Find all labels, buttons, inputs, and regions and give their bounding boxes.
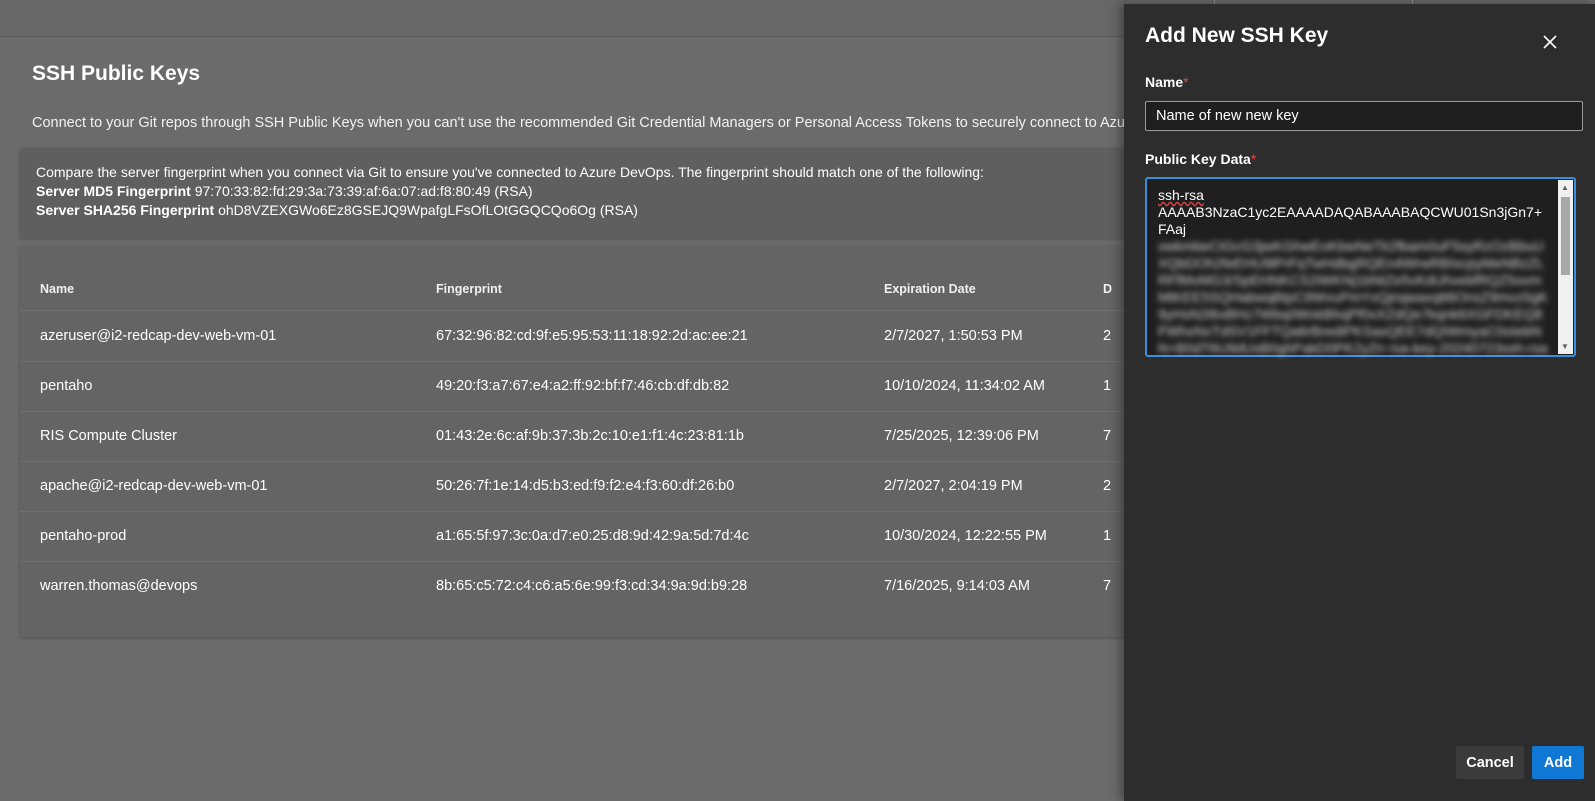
key-name: apache@i2-redcap-dev-web-vm-01 [40,478,268,494]
required-marker: * [1183,74,1189,90]
page-description: Connect to your Git repos through SSH Pu… [32,115,1195,131]
add-button[interactable]: Add [1532,746,1584,779]
key-fingerprint: 01:43:2e:6c:af:9b:37:3b:2c:10:e1:f1:4c:2… [436,428,744,444]
key-expiration: 2/7/2027, 1:50:53 PM [884,328,1023,344]
name-label-text: Name [1145,74,1184,90]
table-row[interactable]: warren.thomas@devops 8b:65:c5:72:c4:c6:a… [20,561,1160,611]
key-truncated-cell: 2 [1103,328,1112,344]
name-field-label: Name* [1145,74,1189,90]
key-expiration: 7/16/2025, 9:14:03 AM [884,578,1030,594]
scroll-down-arrow-icon[interactable]: ▼ [1561,342,1569,351]
key-name: pentaho [40,378,93,394]
key-name-input[interactable] [1145,101,1583,131]
scrollbar-thumb[interactable] [1561,197,1570,275]
key-fingerprint: 67:32:96:82:cd:9f:e5:95:53:11:18:92:2d:a… [436,328,748,344]
key-truncated-cell: 1 [1103,378,1112,394]
key-data-line: AAAAB3NzaC1yc2EAAAADAQABAAABAQCWU01Sn3jG… [1158,204,1543,237]
key-expiration: 10/30/2024, 12:22:55 PM [884,528,1047,544]
key-expiration: 10/10/2024, 11:34:02 AM [884,378,1045,394]
sha256-label: Server SHA256 Fingerprint [36,202,215,218]
key-name: pentaho-prod [40,528,127,544]
table-row[interactable]: pentaho 49:20:f3:a7:67:e4:a2:ff:92:bf:f7… [20,361,1160,412]
add-ssh-key-panel: Add New SSH Key Name* Public Key Data* s… [1124,4,1595,801]
panel-title: Add New SSH Key [1145,24,1329,47]
ssh-keys-table: Name Fingerprint Expiration Date D azeru… [20,246,1160,637]
sha256-value: ohD8VZEXGWo6Ez8GSEJQ9WpafgLFsOfLOtGGQCQo… [218,202,638,218]
fingerprint-intro: Compare the server fingerprint when you … [36,164,984,180]
server-fingerprint-info: Compare the server fingerprint when you … [20,148,1160,238]
close-button[interactable] [1536,28,1564,56]
table-row[interactable]: RIS Compute Cluster 01:43:2e:6c:af:9b:37… [20,411,1160,462]
key-type-text: ssh-rsa [1158,187,1204,203]
key-expiration: 7/25/2025, 12:39:06 PM [884,428,1039,444]
cancel-button[interactable]: Cancel [1456,746,1524,779]
key-fingerprint: a1:65:5f:97:3c:0a:d7:e0:25:d8:9d:42:9a:5… [436,528,749,544]
table-header: Name Fingerprint Expiration Date D [20,246,1160,311]
table-row[interactable]: pentaho-prod a1:65:5f:97:3c:0a:d7:e0:25:… [20,511,1160,562]
scroll-up-arrow-icon[interactable]: ▲ [1561,183,1569,192]
md5-label: Server MD5 Fingerprint [36,183,191,199]
key-data-blurred: xwkmbeCtGcG3jwKGhwEoKbwNeTk2fbam0uF5syRz… [1158,238,1548,356]
column-header-fingerprint[interactable]: Fingerprint [436,282,502,296]
public-key-data-textarea[interactable]: ssh-rsa AAAAB3NzaC1yc2EAAAADAQABAAABAQCW… [1145,177,1576,357]
sha256-fingerprint-line: Server SHA256 Fingerprint ohD8VZEXGWo6Ez… [36,201,984,220]
table-row[interactable]: apache@i2-redcap-dev-web-vm-01 50:26:7f:… [20,461,1160,512]
column-header-expiration[interactable]: Expiration Date [884,282,976,296]
key-name: azeruser@i2-redcap-dev-web-vm-01 [40,328,277,344]
required-marker: * [1250,151,1257,167]
column-header-truncated[interactable]: D [1103,282,1112,296]
key-data-field-label: Public Key Data* [1145,151,1256,167]
key-name: RIS Compute Cluster [40,428,177,444]
key-truncated-cell: 7 [1103,578,1112,594]
table-row[interactable]: azeruser@i2-redcap-dev-web-vm-01 67:32:9… [20,311,1160,362]
key-name: warren.thomas@devops [40,578,198,594]
key-fingerprint: 49:20:f3:a7:67:e4:a2:ff:92:bf:f7:46:cb:d… [436,378,730,394]
key-truncated-cell: 7 [1103,428,1112,444]
key-truncated-cell: 1 [1103,528,1112,544]
key-truncated-cell: 2 [1103,478,1112,494]
md5-fingerprint-line: Server MD5 Fingerprint 97:70:33:82:fd:29… [36,182,984,201]
key-expiration: 2/7/2027, 2:04:19 PM [884,478,1023,494]
key-fingerprint: 50:26:7f:1e:14:d5:b3:ed:f9:f2:e4:f3:60:d… [436,478,735,494]
key-data-label-text: Public Key Data [1145,151,1251,167]
key-fingerprint: 8b:65:c5:72:c4:c6:a5:6e:99:f3:cd:34:9a:9… [436,578,748,594]
md5-value: 97:70:33:82:fd:29:3a:73:39:af:6a:07:ad:f… [194,183,533,199]
public-key-text: ssh-rsa AAAAB3NzaC1yc2EAAAADAQABAAABAQCW… [1158,187,1550,357]
page-title: SSH Public Keys [32,62,201,85]
column-header-name[interactable]: Name [40,282,74,296]
textarea-scrollbar[interactable]: ▲ ▼ [1558,180,1573,354]
close-icon [1543,35,1557,49]
